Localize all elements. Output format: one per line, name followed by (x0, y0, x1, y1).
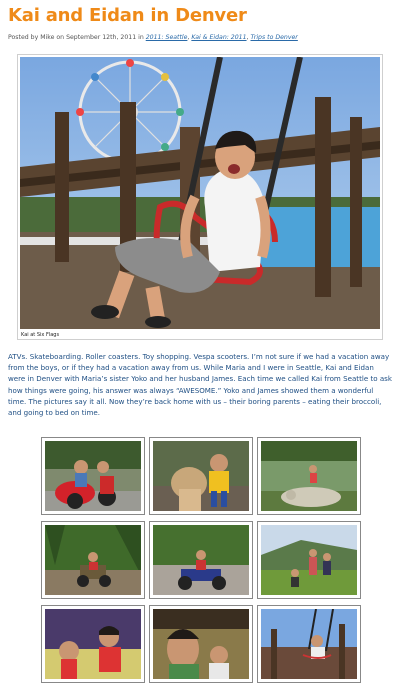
category-link-kai-eidan[interactable]: Kai & Eidan: 2011 (191, 34, 246, 41)
gallery-thumbnail[interactable] (41, 521, 145, 599)
hero-photo-frame: Kai at Six Flags (17, 54, 383, 340)
hero-caption: Kai at Six Flags (21, 332, 60, 338)
category-link-trips-denver[interactable]: Trips to Denver (250, 34, 297, 41)
gallery-thumbnail[interactable] (149, 521, 253, 599)
hero-photo[interactable] (20, 57, 380, 329)
post-meta: Posted by Mike on September 12th, 2011 i… (8, 34, 298, 41)
gallery-thumbnail[interactable] (41, 437, 145, 515)
gallery-thumbnail[interactable] (257, 521, 361, 599)
gallery-thumbnail[interactable] (149, 605, 253, 683)
gallery-thumbnail[interactable] (257, 437, 361, 515)
category-link-seattle[interactable]: 2011: Seattle (146, 34, 188, 41)
gallery-thumbnail[interactable] (257, 605, 361, 683)
gallery-thumbnail[interactable] (149, 437, 253, 515)
posted-by-text: Posted by Mike on September 12th, 2011 i… (8, 34, 144, 41)
post-title[interactable]: Kai and Eidan in Denver (8, 5, 247, 26)
post-body: ATVs. Skateboarding. Roller coasters. To… (8, 352, 392, 418)
gallery-thumbnail[interactable] (41, 605, 145, 683)
